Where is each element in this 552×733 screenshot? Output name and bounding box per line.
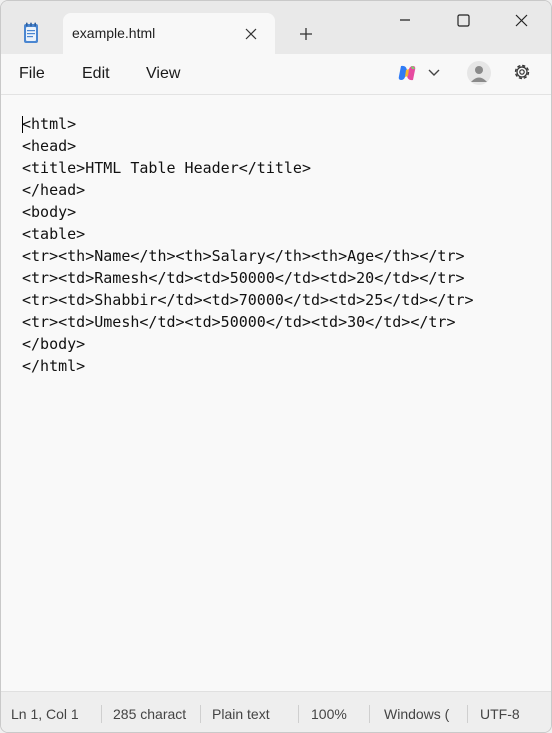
tab-title: example.html: [72, 25, 156, 41]
gear-icon[interactable]: [512, 62, 532, 82]
code-line: <html>: [22, 115, 77, 133]
status-encoding[interactable]: UTF-8: [480, 706, 540, 722]
status-divider: [298, 705, 299, 723]
code-line: </body>: [22, 335, 86, 353]
status-characters: 285 charact: [113, 706, 187, 722]
editor-content[interactable]: <html> <head> <title>HTML Table Header</…: [22, 113, 542, 377]
code-line: <table>: [22, 225, 86, 243]
chevron-down-icon[interactable]: [427, 65, 441, 79]
status-divider: [101, 705, 102, 723]
status-divider: [369, 705, 370, 723]
plus-icon[interactable]: [295, 23, 317, 45]
code-line: <tr><th>Name</th><th>Salary</th><th>Age<…: [22, 247, 465, 265]
status-divider: [467, 705, 468, 723]
code-line: <title>HTML Table Header</title>: [22, 159, 311, 177]
maximize-icon[interactable]: [448, 7, 478, 33]
code-line: </head>: [22, 181, 86, 199]
status-zoom[interactable]: 100%: [311, 706, 361, 722]
code-line: <tr><td>Umesh</td><td>50000</td><td>30</…: [22, 313, 456, 331]
minimize-icon[interactable]: [390, 7, 420, 33]
status-line-ending[interactable]: Windows (: [384, 706, 458, 722]
tab-example-html[interactable]: example.html: [63, 13, 275, 54]
code-line: <tr><td>Shabbir</td><td>70000</td><td>25…: [22, 291, 474, 309]
menu-file[interactable]: File: [19, 65, 45, 83]
code-line: </html>: [22, 357, 86, 375]
title-bar: example.html: [1, 1, 551, 54]
notepad-window: example.html File Edit View <html> <head…: [0, 0, 552, 733]
notepad-icon: [19, 21, 43, 45]
code-line: <head>: [22, 137, 77, 155]
close-icon[interactable]: [243, 26, 259, 42]
code-line: <tr><td>Ramesh</td><td>50000</td><td>20<…: [22, 269, 465, 287]
text-editor[interactable]: <html> <head> <title>HTML Table Header</…: [1, 95, 551, 691]
close-window-icon[interactable]: [506, 7, 536, 33]
menu-edit[interactable]: Edit: [82, 65, 110, 83]
status-divider: [200, 705, 201, 723]
status-position[interactable]: Ln 1, Col 1: [11, 706, 91, 722]
status-format[interactable]: Plain text: [212, 706, 292, 722]
code-line: <body>: [22, 203, 77, 221]
menu-bar: File Edit View: [1, 54, 551, 95]
menu-view[interactable]: View: [146, 65, 180, 83]
status-bar: Ln 1, Col 1 285 charact Plain text 100% …: [1, 691, 551, 732]
copilot-icon[interactable]: [397, 63, 417, 83]
text-caret: [22, 116, 23, 133]
account-icon[interactable]: [467, 61, 491, 85]
